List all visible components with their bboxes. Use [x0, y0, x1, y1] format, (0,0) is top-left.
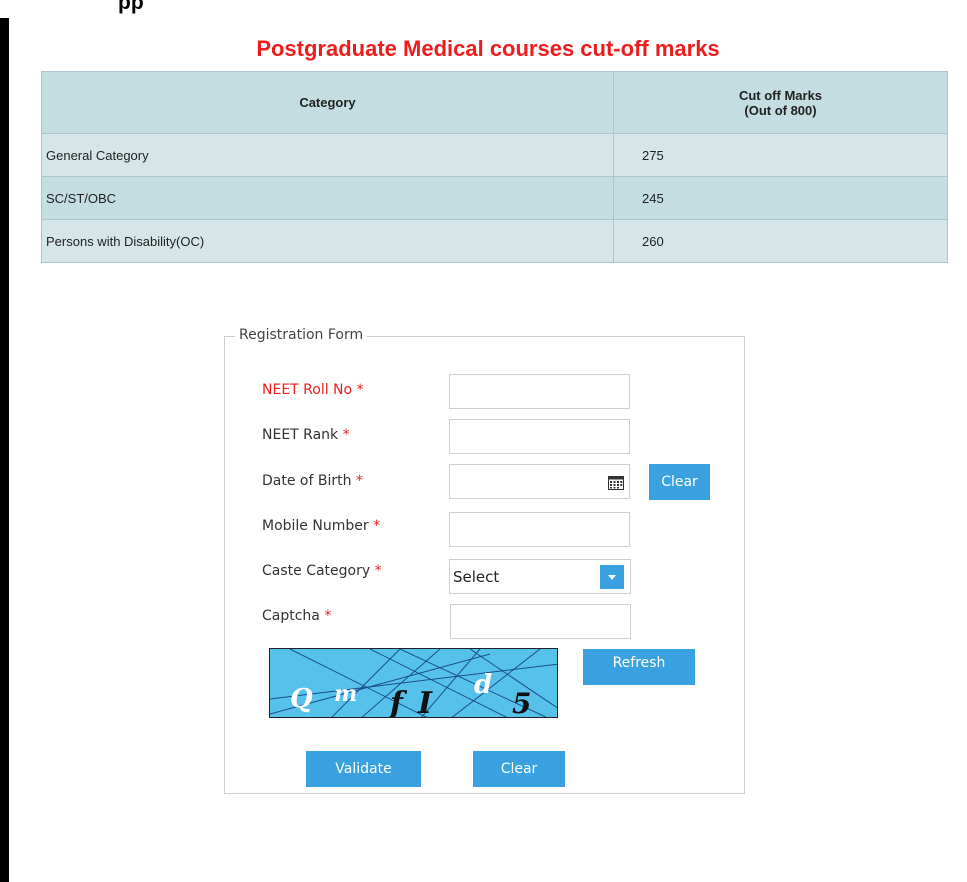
top-strip: pp	[0, 0, 967, 18]
validate-button[interactable]: Validate	[306, 751, 421, 787]
calendar-icon[interactable]	[608, 475, 624, 490]
caste-label-text: Caste Category	[262, 563, 371, 579]
mobile-label: Mobile Number *	[262, 518, 380, 534]
rank-label-text: NEET Rank	[262, 427, 339, 443]
column-header-category: Category	[41, 71, 614, 134]
required-marker: *	[342, 427, 350, 443]
cutoff-table: Category Cut off Marks (Out of 800) Gene…	[41, 71, 948, 263]
captcha-input[interactable]	[450, 604, 631, 639]
page-content: Postgraduate Medical courses cut-off mar…	[9, 18, 967, 882]
captcha-image: Q m f I d 5	[269, 648, 558, 718]
captcha-label-text: Captcha	[262, 608, 320, 624]
roll-no-label-text: NEET Roll No	[262, 382, 353, 398]
caste-selected-value: Select	[453, 568, 500, 586]
table-row: General Category 275	[41, 133, 948, 177]
marks-header-line2: (Out of 800)	[744, 102, 817, 118]
category-cell: General Category	[41, 133, 614, 177]
cropped-heading-fragment: pp	[118, 0, 144, 14]
category-cell: Persons with Disability(OC)	[41, 219, 614, 263]
required-marker: *	[355, 473, 363, 489]
form-clear-button[interactable]: Clear	[473, 751, 565, 787]
dob-label-text: Date of Birth	[262, 473, 352, 489]
date-of-birth-input[interactable]	[449, 464, 630, 499]
svg-text:m: m	[334, 681, 357, 707]
svg-text:d: d	[474, 670, 492, 700]
svg-text:f: f	[388, 686, 408, 718]
category-cell: SC/ST/OBC	[41, 176, 614, 220]
mobile-label-text: Mobile Number	[262, 518, 369, 534]
column-header-marks: Cut off Marks (Out of 800)	[613, 71, 948, 134]
captcha-label: Captcha *	[262, 608, 331, 624]
neet-roll-no-input[interactable]	[449, 374, 630, 409]
marks-header-line1: Cut off Marks	[738, 87, 823, 103]
registration-form: Registration Form NEET Roll No * NEET Ra…	[224, 327, 745, 794]
required-marker: *	[374, 563, 382, 579]
marks-cell: 275	[613, 133, 948, 177]
neet-rank-input[interactable]	[449, 419, 630, 454]
marks-cell: 260	[613, 219, 948, 263]
dob-clear-button[interactable]: Clear	[649, 464, 710, 500]
mobile-number-input[interactable]	[449, 512, 630, 547]
table-header-row: Category Cut off Marks (Out of 800)	[41, 71, 948, 134]
form-legend: Registration Form	[235, 327, 368, 343]
table-row: Persons with Disability(OC) 260	[41, 219, 948, 263]
roll-no-label: NEET Roll No *	[262, 382, 364, 398]
rank-label: NEET Rank *	[262, 427, 350, 443]
svg-text:5: 5	[512, 687, 531, 718]
chevron-down-icon[interactable]	[600, 565, 624, 589]
caste-category-select[interactable]: Select	[449, 559, 631, 594]
table-row: SC/ST/OBC 245	[41, 176, 948, 220]
caste-label: Caste Category *	[262, 563, 382, 579]
required-marker: *	[373, 518, 381, 534]
svg-text:I: I	[417, 686, 433, 718]
dob-label: Date of Birth *	[262, 473, 363, 489]
svg-text:Q: Q	[290, 684, 313, 714]
page-title: Postgraduate Medical courses cut-off mar…	[256, 36, 720, 61]
required-marker: *	[356, 382, 364, 398]
marks-cell: 245	[613, 176, 948, 220]
required-marker: *	[324, 608, 332, 624]
refresh-captcha-button[interactable]: Refresh	[583, 649, 695, 685]
